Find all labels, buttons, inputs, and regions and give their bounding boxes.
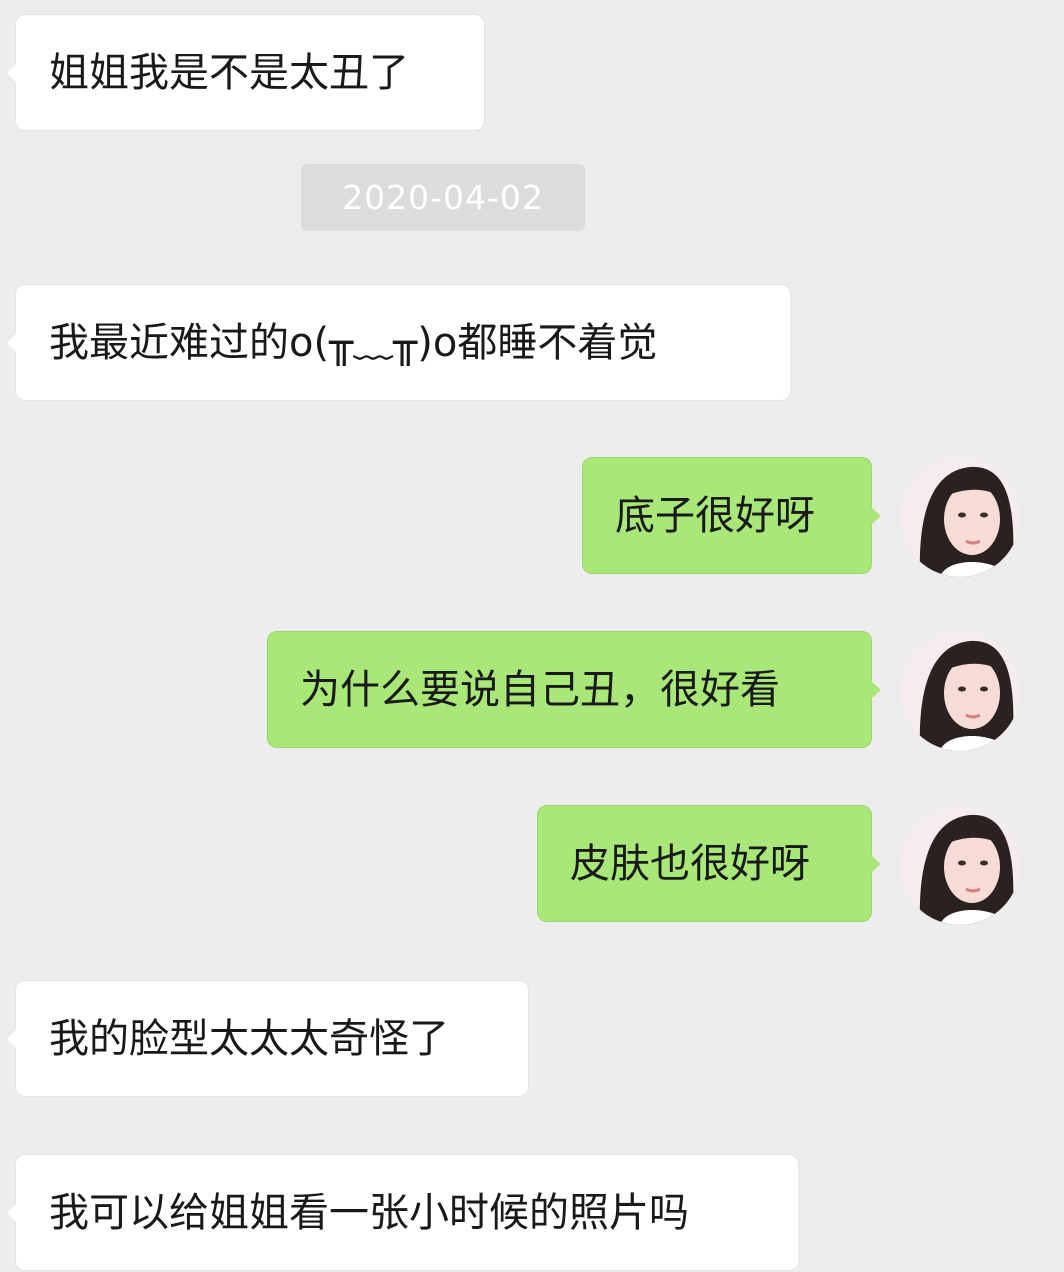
outgoing-message-bubble[interactable]: 为什么要说自己丑，很好看 <box>267 631 881 748</box>
woman-portrait-icon <box>900 457 1020 577</box>
user-avatar[interactable] <box>900 631 1020 751</box>
incoming-message-bubble[interactable]: 姐姐我是不是太丑了 <box>7 14 485 131</box>
user-avatar[interactable] <box>900 457 1020 577</box>
date-timestamp: 2020-04-02 <box>301 164 585 231</box>
outgoing-message-bubble[interactable]: 底子很好呀 <box>582 457 881 574</box>
outgoing-message-bubble[interactable]: 皮肤也很好呀 <box>537 805 881 922</box>
incoming-message-bubble[interactable]: 我可以给姐姐看一张小时候的照片吗 <box>7 1154 799 1271</box>
incoming-message-bubble[interactable]: 我的脸型太太太奇怪了 <box>7 980 529 1097</box>
woman-portrait-icon <box>900 631 1020 751</box>
incoming-message-bubble[interactable]: 我最近难过的o(╥﹏╥)o都睡不着觉 <box>7 284 791 401</box>
woman-portrait-icon <box>900 805 1020 925</box>
user-avatar[interactable] <box>900 805 1020 925</box>
